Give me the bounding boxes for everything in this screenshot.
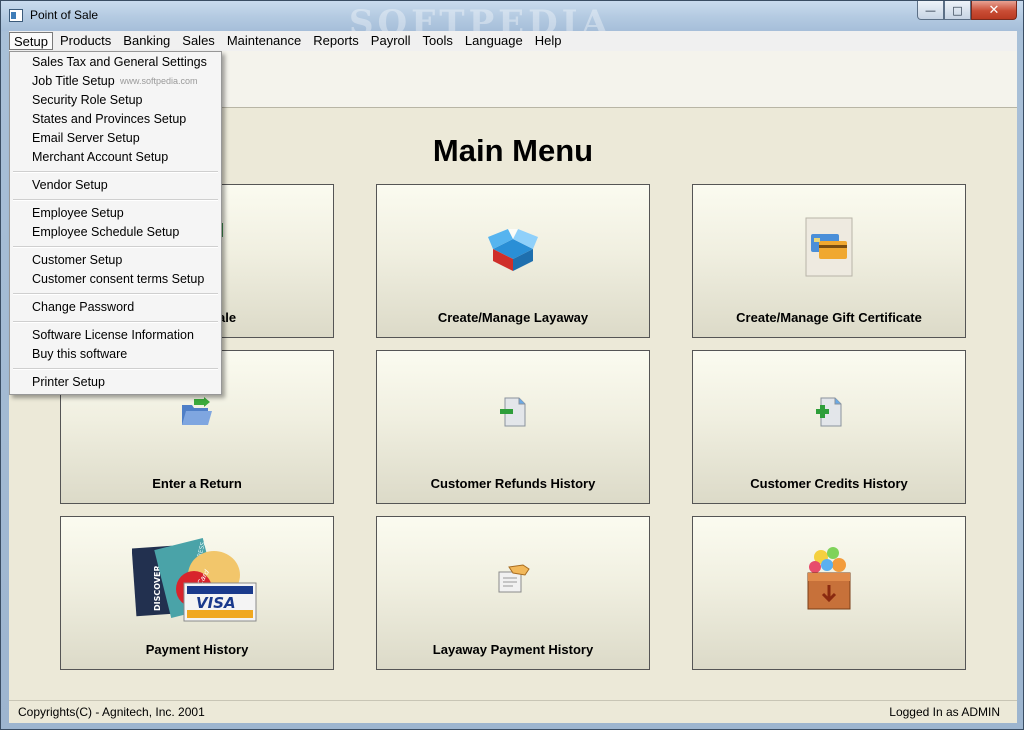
menu-setup[interactable]: Setup bbox=[9, 32, 53, 50]
menu-item-employee-setup[interactable]: Employee Setup bbox=[32, 204, 124, 223]
gift-card-icon bbox=[805, 217, 853, 280]
menu-sales[interactable]: Sales bbox=[177, 32, 220, 50]
menu-separator bbox=[13, 321, 218, 323]
logged-in-user: Logged In as ADMIN bbox=[889, 705, 1000, 719]
tile-customer-refunds-history[interactable]: Customer Refunds History bbox=[376, 350, 650, 504]
maximize-button[interactable]: □ bbox=[944, 1, 971, 20]
tile-layaway-payment-history[interactable]: Layaway Payment History bbox=[376, 516, 650, 670]
tile-create-manage-gift-certificate[interactable]: Create/Manage Gift Certificate bbox=[692, 184, 966, 338]
menu-products[interactable]: Products bbox=[55, 32, 116, 50]
visa-card-text: VISA bbox=[196, 594, 236, 612]
hand-document-icon bbox=[495, 563, 531, 596]
copyright-text: Copyrights(C) - Agnitech, Inc. 2001 bbox=[18, 705, 205, 719]
tile-label: Customer Credits History bbox=[750, 476, 908, 491]
menu-separator bbox=[13, 199, 218, 201]
open-box-icon bbox=[488, 223, 538, 274]
menu-item-email-server-setup[interactable]: Email Server Setup bbox=[32, 129, 140, 148]
tile-treasure[interactable] bbox=[692, 516, 966, 670]
menu-banking[interactable]: Banking bbox=[118, 32, 175, 50]
menu-item-printer-setup[interactable]: Printer Setup bbox=[32, 373, 105, 392]
tile-label: Create/Manage Gift Certificate bbox=[736, 310, 922, 325]
tile-customer-credits-history[interactable]: Customer Credits History bbox=[692, 350, 966, 504]
menu-item-states-provinces-setup[interactable]: States and Provinces Setup bbox=[32, 110, 186, 129]
menu-separator bbox=[13, 171, 218, 173]
menu-item-change-password[interactable]: Change Password bbox=[32, 298, 134, 317]
folder-return-icon bbox=[180, 397, 214, 430]
menu-tools[interactable]: Tools bbox=[418, 32, 458, 50]
menu-language[interactable]: Language bbox=[460, 32, 528, 50]
menu-item-vendor-setup[interactable]: Vendor Setup bbox=[32, 176, 108, 195]
credit-cards-icon: DISCOVER AMERICAN EXPRESS MasterCard VIS… bbox=[131, 537, 262, 628]
treasure-chest-icon bbox=[805, 545, 853, 614]
document-plus-icon bbox=[815, 397, 843, 430]
tile-label: Create/Manage Layaway bbox=[437, 310, 589, 325]
menu-item-software-license-information[interactable]: Software License Information bbox=[32, 326, 194, 345]
tile-label: Customer Refunds History bbox=[430, 476, 596, 491]
app-window: Point of Sale SOFTPEDIA — □ ✕ Setup Prod… bbox=[0, 0, 1024, 730]
menu-item-merchant-account-setup[interactable]: Merchant Account Setup bbox=[32, 148, 168, 167]
tile-label: Layaway Payment History bbox=[432, 642, 594, 657]
menu-separator bbox=[13, 293, 218, 295]
menu-help[interactable]: Help bbox=[530, 32, 567, 50]
menu-item-customer-consent-terms-setup[interactable]: Customer consent terms Setup bbox=[32, 270, 204, 289]
app-icon[interactable] bbox=[9, 9, 23, 22]
menu-reports[interactable]: Reports bbox=[308, 32, 364, 50]
menu-item-buy-this-software[interactable]: Buy this software bbox=[32, 345, 127, 364]
minimize-button[interactable]: — bbox=[917, 1, 944, 20]
title-bar[interactable]: Point of Sale SOFTPEDIA — □ ✕ bbox=[1, 1, 1023, 31]
status-bar: Copyrights(C) - Agnitech, Inc. 2001 Logg… bbox=[9, 700, 1017, 722]
menu-item-customer-setup[interactable]: Customer Setup bbox=[32, 251, 122, 270]
window-title: Point of Sale bbox=[30, 8, 99, 22]
tile-label: Payment History bbox=[145, 642, 249, 657]
menu-item-job-title-setup[interactable]: Job Title Setup bbox=[32, 72, 115, 91]
menu-item-employee-schedule-setup[interactable]: Employee Schedule Setup bbox=[32, 223, 179, 242]
menu-separator bbox=[13, 246, 218, 248]
tile-label: Enter a Return bbox=[152, 476, 242, 491]
close-button[interactable]: ✕ bbox=[971, 1, 1017, 20]
setup-dropdown-menu: Sales Tax and General Settings Job Title… bbox=[9, 51, 222, 395]
menu-payroll[interactable]: Payroll bbox=[366, 32, 416, 50]
menu-separator bbox=[13, 368, 218, 370]
softpedia-watermark: www.softpedia.com bbox=[120, 76, 198, 86]
document-minus-icon bbox=[499, 397, 527, 430]
tile-create-manage-layaway[interactable]: Create/Manage Layaway bbox=[376, 184, 650, 338]
tile-payment-history[interactable]: DISCOVER AMERICAN EXPRESS MasterCard VIS… bbox=[60, 516, 334, 670]
menu-bar: Setup Products Banking Sales Maintenance… bbox=[9, 31, 1017, 51]
menu-maintenance[interactable]: Maintenance bbox=[222, 32, 306, 50]
menu-item-sales-tax-general-settings[interactable]: Sales Tax and General Settings bbox=[32, 53, 207, 72]
watermark: SOFTPEDIA bbox=[349, 3, 612, 31]
menu-item-security-role-setup[interactable]: Security Role Setup bbox=[32, 91, 142, 110]
